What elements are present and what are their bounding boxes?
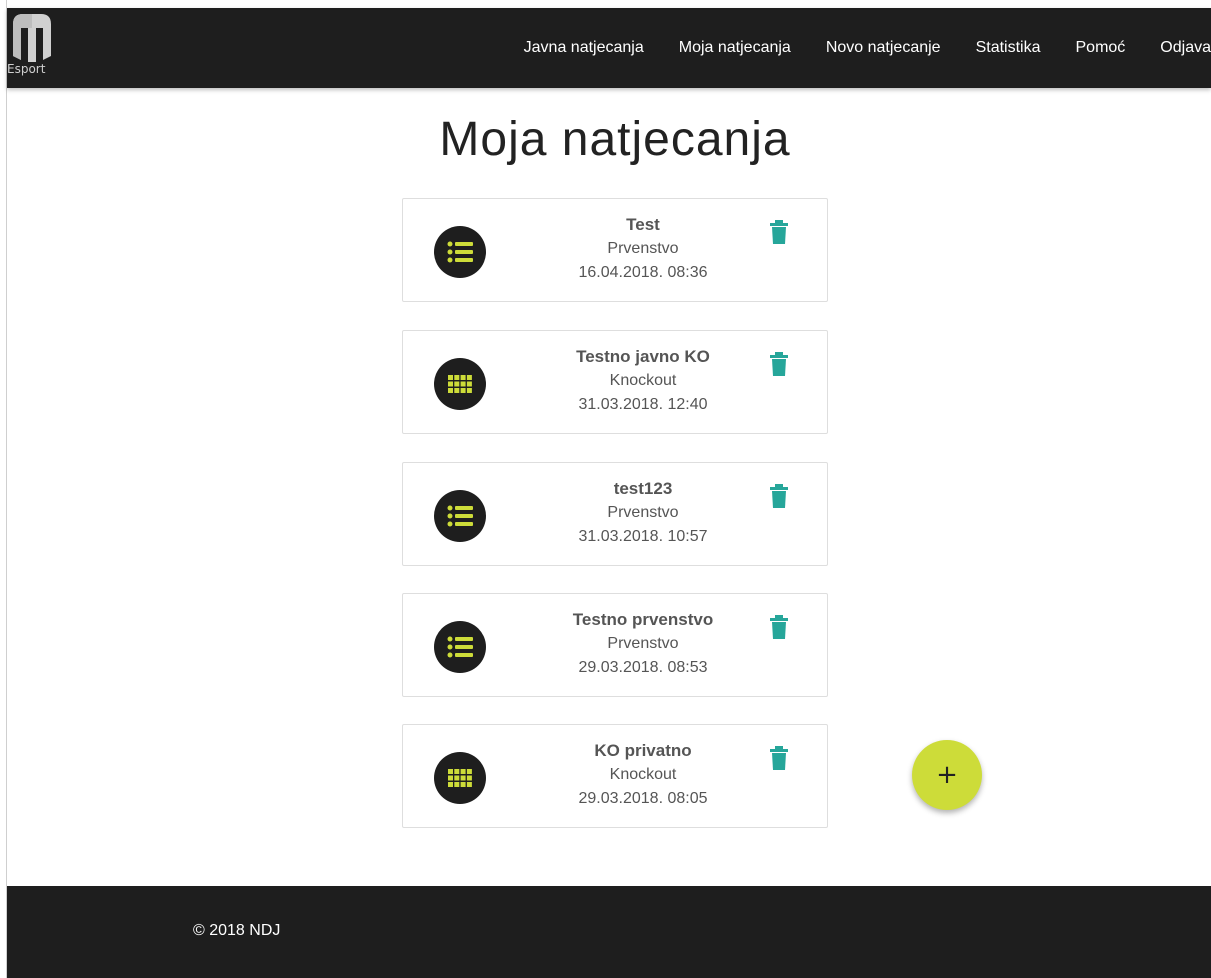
trash-icon[interactable]: [769, 615, 789, 639]
nav-link-javna-natjecanja[interactable]: Javna natjecanja: [524, 39, 644, 57]
navbar: Esport Javna natjecanja Moja natjecanja …: [7, 8, 1211, 88]
footer-copyright: © 2018 NDJ: [193, 922, 281, 939]
page-title: Moja natjecanja: [439, 113, 791, 166]
card-text: Test Prvenstvo 16.04.2018. 08:36: [533, 213, 753, 285]
nav-link-odjava[interactable]: Odjava: [1160, 39, 1211, 57]
card-text: test123 Prvenstvo 31.03.2018. 10:57: [533, 477, 753, 549]
add-competition-button[interactable]: +: [912, 740, 982, 810]
trash-icon[interactable]: [769, 746, 789, 770]
competition-date: 29.03.2018. 08:05: [578, 790, 708, 807]
list-icon: [434, 621, 486, 673]
card-text: Testno javno KO Knockout 31.03.2018. 12:…: [533, 345, 753, 417]
competition-date: 16.04.2018. 08:36: [578, 264, 708, 281]
list-icon: [434, 226, 486, 278]
nav-link-novo-natjecanje[interactable]: Novo natjecanje: [826, 39, 941, 57]
nav-link-moja-natjecanja[interactable]: Moja natjecanja: [679, 39, 791, 57]
nav-links: Javna natjecanja Moja natjecanja Novo na…: [489, 8, 1211, 88]
footer: © 2018 NDJ: [7, 886, 1211, 978]
logo-text: Esport: [7, 62, 46, 76]
list-icon: [434, 490, 486, 542]
competition-card[interactable]: Testno javno KO Knockout 31.03.2018. 12:…: [402, 330, 828, 434]
competition-type: Knockout: [609, 766, 677, 783]
trash-icon[interactable]: [769, 220, 789, 244]
competition-date: 31.03.2018. 12:40: [578, 396, 708, 413]
competition-date: 31.03.2018. 10:57: [578, 528, 708, 545]
top-strip: [0, 0, 1211, 8]
card-text: Testno prvenstvo Prvenstvo 29.03.2018. 0…: [533, 608, 753, 680]
trash-icon[interactable]: [769, 484, 789, 508]
card-text: KO privatno Knockout 29.03.2018. 08:05: [533, 739, 753, 811]
competition-card[interactable]: Test Prvenstvo 16.04.2018. 08:36: [402, 198, 828, 302]
competition-type: Prvenstvo: [607, 635, 679, 652]
competition-name: Test: [626, 215, 660, 234]
nav-link-statistika[interactable]: Statistika: [976, 39, 1041, 57]
grid-icon: [434, 752, 486, 804]
competition-type: Knockout: [609, 372, 677, 389]
competition-name: Testno javno KO: [576, 347, 710, 366]
plus-icon: +: [936, 760, 958, 790]
competition-date: 29.03.2018. 08:53: [578, 659, 708, 676]
competition-card[interactable]: test123 Prvenstvo 31.03.2018. 10:57: [402, 462, 828, 566]
competition-name: Testno prvenstvo: [572, 610, 714, 629]
logo[interactable]: Esport: [7, 8, 67, 88]
competition-name: test123: [613, 479, 673, 498]
competition-card[interactable]: KO privatno Knockout 29.03.2018. 08:05: [402, 724, 828, 828]
competition-card[interactable]: Testno prvenstvo Prvenstvo 29.03.2018. 0…: [402, 593, 828, 697]
trash-icon[interactable]: [769, 352, 789, 376]
competition-type: Prvenstvo: [607, 504, 679, 521]
grid-icon: [434, 358, 486, 410]
esport-logo-icon: [13, 14, 51, 62]
nav-link-pomoc[interactable]: Pomoć: [1076, 39, 1126, 57]
competition-name: KO privatno: [594, 741, 692, 760]
competition-type: Prvenstvo: [607, 240, 679, 257]
